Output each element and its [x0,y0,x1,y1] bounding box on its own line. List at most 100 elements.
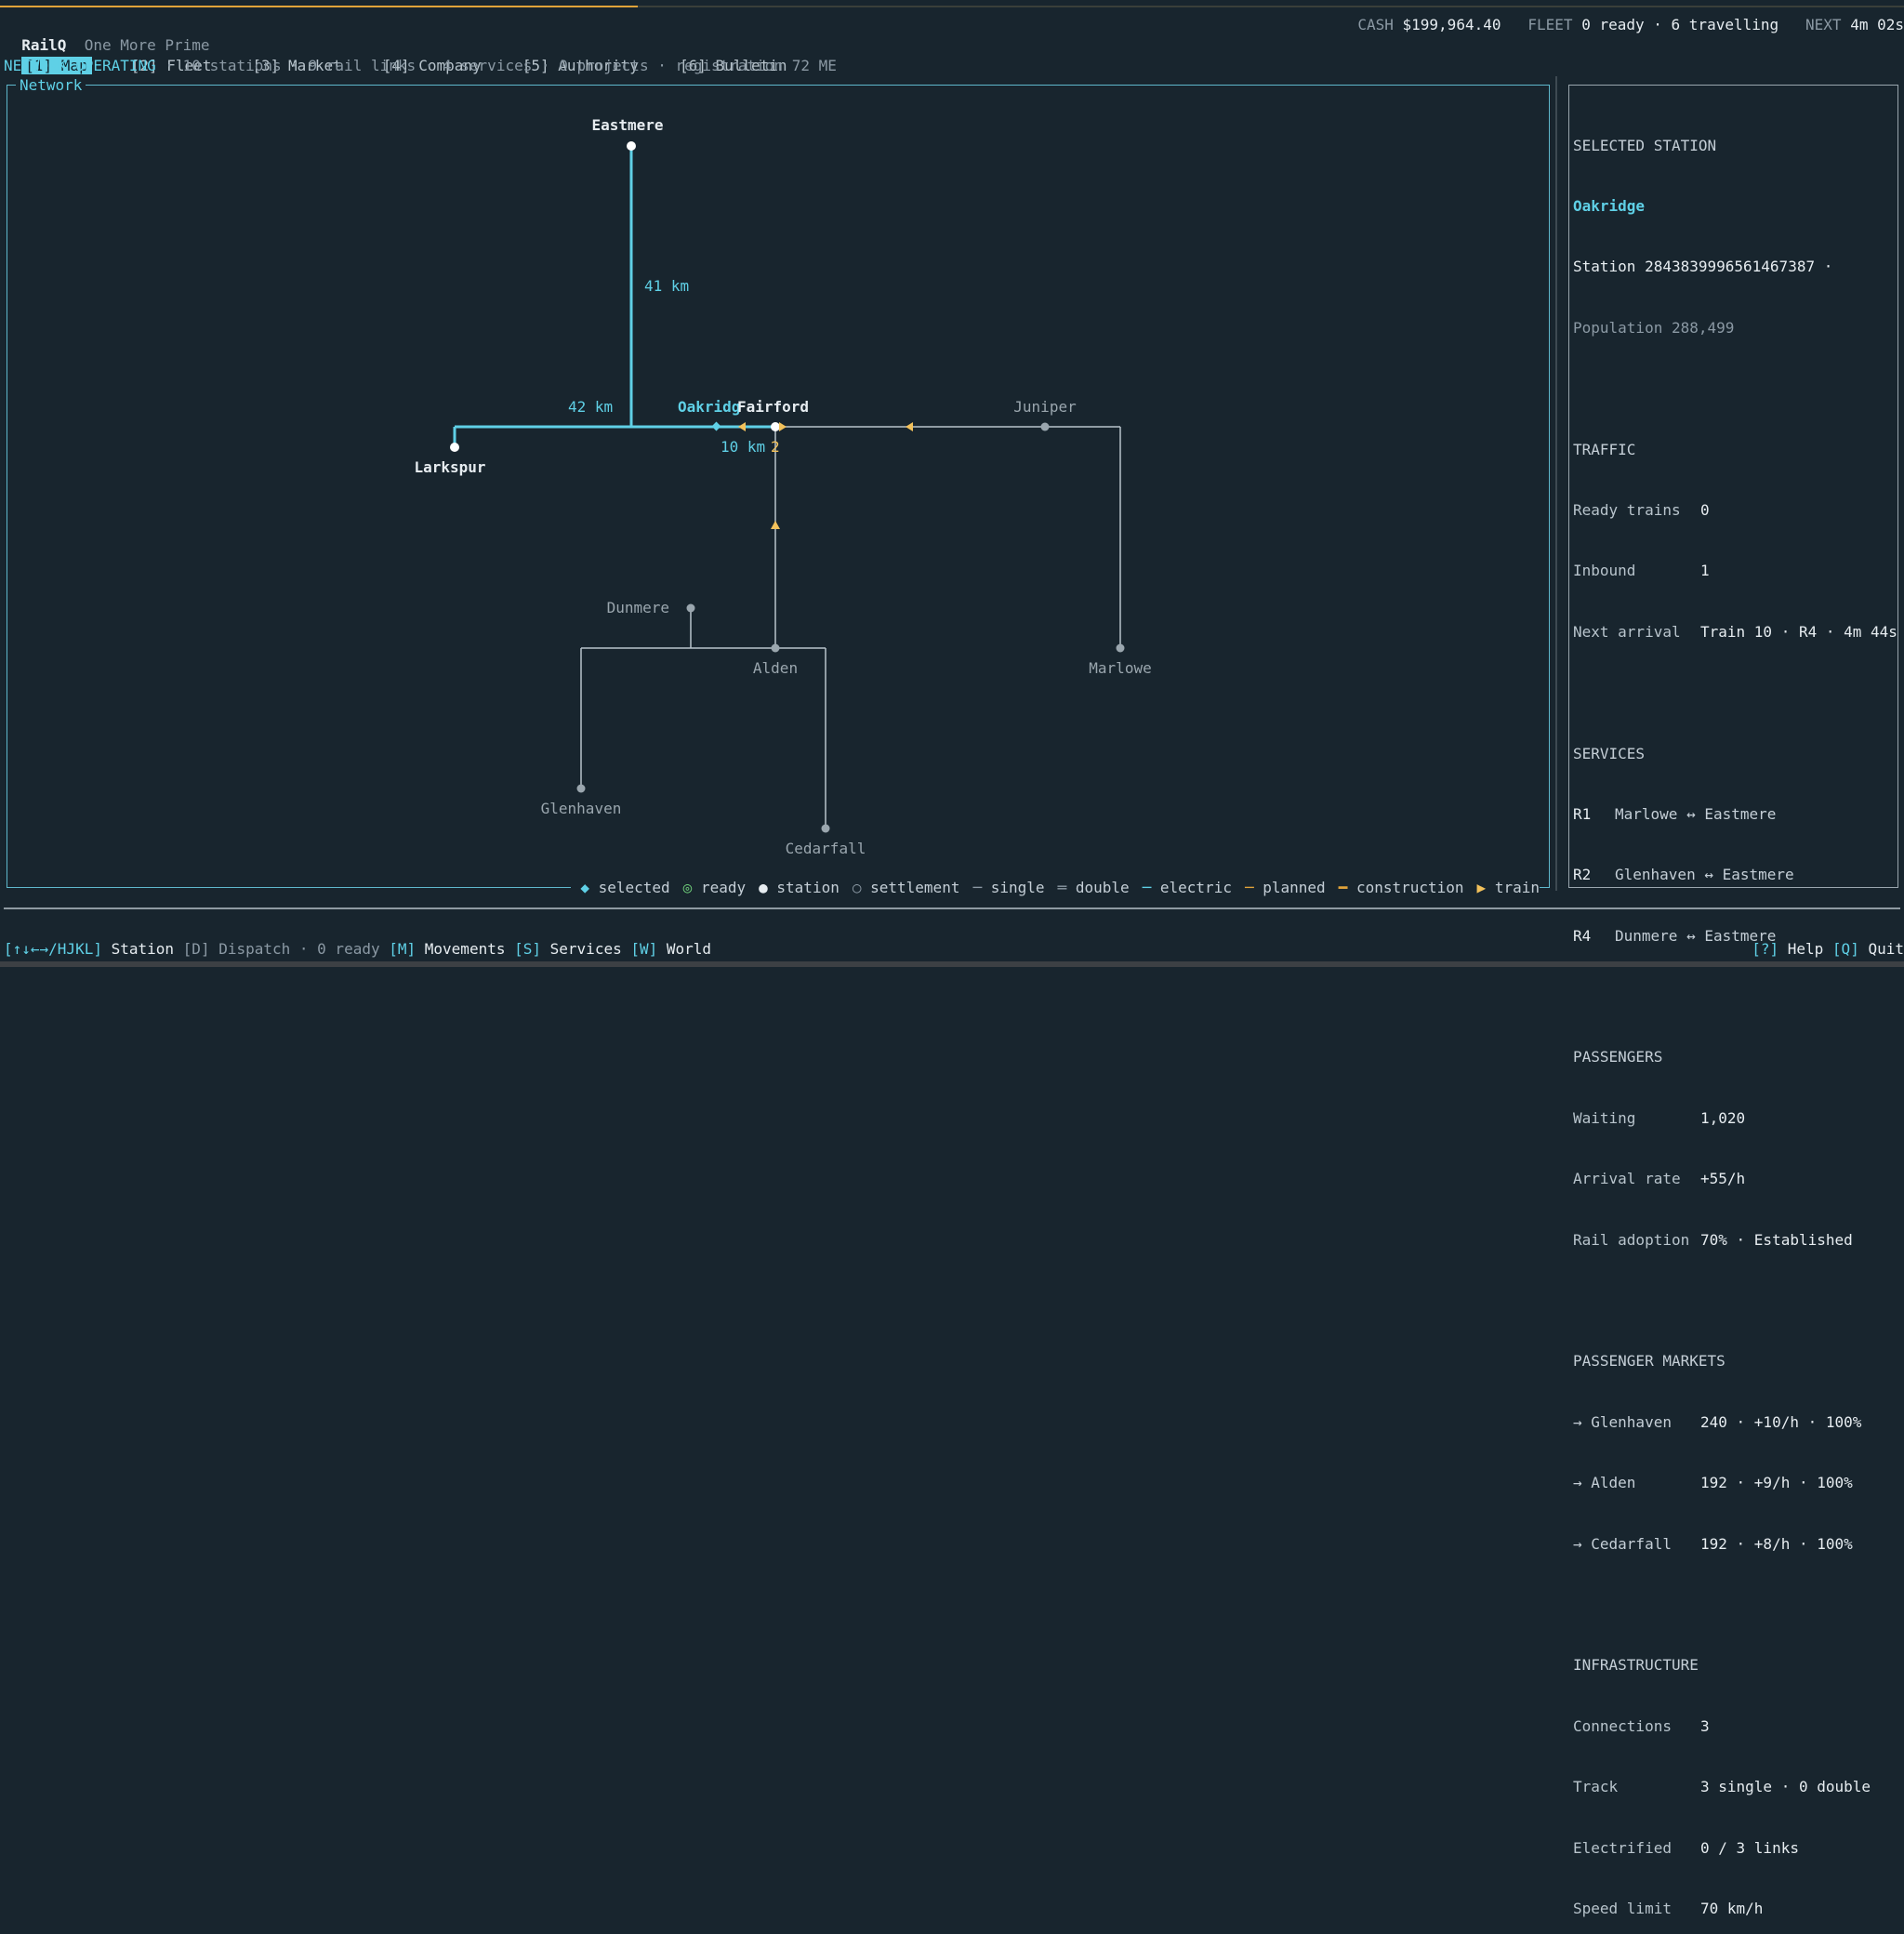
rail-lines [453,146,1121,828]
legend-double: double [1075,879,1130,896]
world-label: World [657,940,712,958]
service-row[interactable]: R1 Marlowe ↔ Eastmere [1573,804,1894,825]
legend-settlement: settlement [870,879,960,896]
footer-divider [4,907,1900,909]
services-heading: SERVICES [1573,744,1646,762]
arrival-rate-label: Arrival rate [1573,1170,1681,1188]
track-label: Track [1573,1778,1619,1796]
quit-label: Quit [1858,940,1904,958]
map-labels: Eastmere Larkspur Oakridg Fairford Junip… [414,116,1151,857]
station-marker-fairford[interactable] [771,422,780,431]
station-marker-juniper[interactable] [1040,422,1050,431]
service-code: R1 [1573,804,1592,823]
market-row: → Glenhaven 240 · +10/h · 100% [1573,1412,1894,1433]
legend-train: train [1494,879,1540,896]
connections-label: Connections [1573,1716,1672,1735]
single-track-legend-icon: ─ [972,879,983,896]
inbound-value: 1 [1700,562,1710,580]
station-marker-marlowe[interactable] [1116,643,1125,653]
track-value: 3 single · 0 double [1700,1778,1871,1796]
planned-legend-icon: ─ [1244,879,1254,896]
help-key[interactable]: [?] [1752,940,1778,958]
station-legend-icon: ● [759,879,768,896]
legend-station: station [776,879,840,896]
rail-adoption-label: Rail adoption [1573,1230,1690,1249]
waiting-label: Waiting [1573,1108,1636,1127]
electrified-label: Electrified [1573,1838,1672,1857]
next-value: 4m 02s [1850,16,1904,33]
ready-trains-label: Ready trains [1573,500,1681,519]
services-label: Services [541,940,631,958]
station-marker-glenhaven[interactable] [576,784,586,793]
ready-legend-icon: ◎ [682,879,693,896]
nav-label: Station [101,940,183,958]
station-marker-larkspur[interactable] [450,443,459,452]
market-stats: 192 · +8/h · 100% [1700,1534,1853,1553]
passengers-heading: PASSENGERS [1573,1048,1663,1066]
nav-keys[interactable]: [↑↓←→/HJKL] [4,940,102,958]
service-code: R2 [1573,866,1592,884]
markets-heading: PASSENGER MARKETS [1573,1352,1726,1371]
infrastructure-heading: INFRASTRUCTURE [1573,1656,1699,1675]
rail-adoption-value: 70% · Established [1700,1230,1853,1249]
station-marker-eastmere[interactable] [627,141,636,151]
dispatch-hint[interactable]: [D] Dispatch · 0 ready [183,940,390,958]
label-eastmere: Eastmere [591,116,663,134]
label-cedarfall: Cedarfall [786,840,866,857]
selected-station-heading: SELECTED STATION [1573,136,1717,154]
traffic-heading: TRAFFIC [1573,440,1636,458]
map-legend: ◆ selected ◎ ready ● station ○ settlement ─ … [571,878,1540,898]
train-icon[interactable] [738,422,746,431]
stations [450,141,1125,833]
station-details: SELECTED STATION Oakridge Station 284383… [1573,95,1897,1934]
label-marlowe: Marlowe [1089,659,1151,677]
market-destination: → Alden [1573,1474,1636,1492]
distance-fairford: 10 km [721,438,765,456]
construction-legend-icon: ━ [1338,879,1348,896]
market-destination: → Cedarfall [1573,1534,1672,1553]
label-alden: Alden [753,659,798,677]
train-icon[interactable] [771,521,780,529]
next-arrival-value: Train 10 · R4 · 4m 44s [1700,622,1897,641]
movements-label: Movements [416,940,515,958]
market-row: → Alden 192 · +9/h · 100% [1573,1473,1894,1493]
selected-legend-icon: ◆ [580,879,589,896]
next-arrival-label: Next arrival [1573,622,1681,641]
service-row[interactable]: R2 Glenhaven ↔ Eastmere [1573,865,1894,885]
world-key[interactable]: [W] [630,940,657,958]
train-legend-icon: ▶ [1476,879,1487,896]
double-track-legend-icon: ═ [1057,879,1067,896]
legend-selected: selected [598,879,670,896]
station-marker-oakridge-selected[interactable] [711,421,721,431]
market-stats: 240 · +10/h · 100% [1700,1412,1862,1431]
next-label: NEXT [1805,16,1842,33]
train-icon[interactable] [906,422,913,431]
arrival-rate-value: +55/h [1700,1170,1746,1188]
station-marker-dunmere[interactable] [686,603,695,613]
station-marker-alden[interactable] [771,643,780,653]
train-icon[interactable] [779,422,787,431]
distance-eastmere: 41 km [644,277,689,295]
legend-construction: construction [1355,879,1464,896]
inbound-label: Inbound [1573,562,1636,580]
label-oakridge: Oakridg [678,398,740,416]
electric-legend-icon: ─ [1142,879,1152,896]
train-count: 2 [771,438,780,456]
label-dunmere: Dunmere [607,599,669,616]
station-marker-cedarfall[interactable] [821,824,830,833]
services-key[interactable]: [S] [514,940,541,958]
label-larkspur: Larkspur [414,458,485,476]
network-map[interactable]: Eastmere Larkspur Oakridg Fairford Junip… [0,0,1553,893]
speed-limit-label: Speed limit [1573,1899,1672,1917]
network-scrollbar[interactable] [1555,76,1557,891]
waiting-value: 1,020 [1700,1108,1746,1127]
market-destination: → Glenhaven [1573,1412,1672,1431]
help-label: Help [1778,940,1832,958]
legend-planned: planned [1263,879,1326,896]
connections-value: 3 [1700,1716,1710,1735]
ready-trains-value: 0 [1700,500,1710,519]
movements-key[interactable]: [M] [389,940,416,958]
quit-key[interactable]: [Q] [1832,940,1859,958]
service-route: Marlowe ↔ Eastmere [1615,804,1777,823]
electrified-value: 0 / 3 links [1700,1838,1799,1857]
